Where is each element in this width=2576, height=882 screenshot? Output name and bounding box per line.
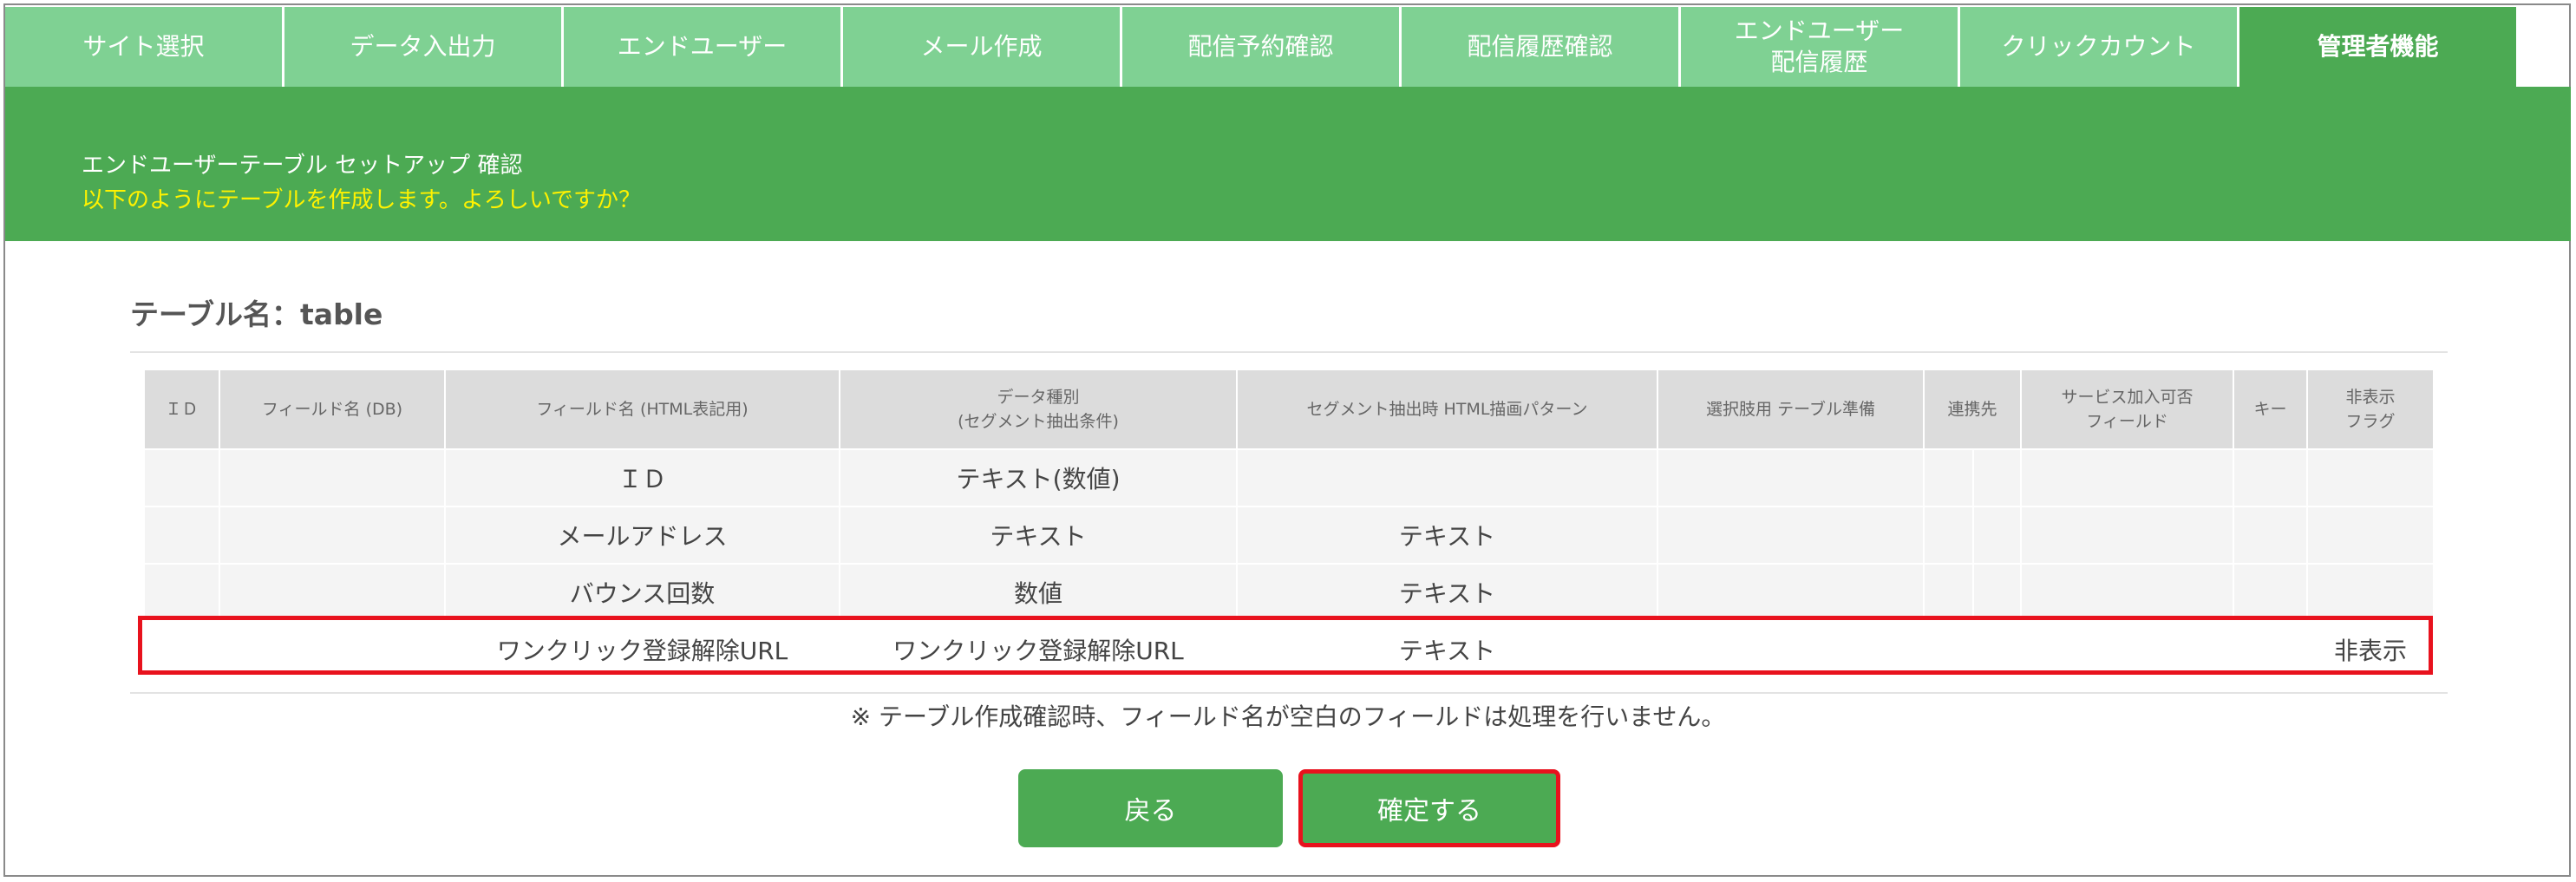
tab-delivery-history[interactable]: 配信履歴確認 — [1402, 7, 1681, 87]
back-button[interactable]: 戻る — [1018, 769, 1283, 847]
cell-id — [143, 620, 220, 679]
cell-key — [2233, 563, 2309, 622]
cell-link-a — [1923, 563, 1974, 622]
cell-choice-table — [1657, 448, 1925, 507]
cell-field-db — [219, 620, 446, 679]
cell-hidden-flag — [2306, 448, 2435, 507]
confirm-button[interactable]: 確定する — [1298, 769, 1560, 847]
cell-id — [143, 563, 220, 622]
cell-choice-table — [1657, 563, 1925, 622]
cell-service-field — [2020, 563, 2235, 622]
cell-render-pattern: テキスト — [1236, 506, 1658, 565]
cell-service-field — [2020, 448, 2235, 507]
cell-key — [2233, 448, 2309, 507]
field-table: ＩＤ フィールド名 (DB) フィールド名 (HTML表記用) データ種別 (セ… — [143, 369, 2435, 679]
cell-field-db — [219, 563, 446, 622]
col-header-render-pattern: セグメント抽出時 HTML描画パターン — [1236, 369, 1658, 450]
cell-hidden-flag — [2306, 506, 2435, 565]
cell-link-b — [1971, 506, 2023, 565]
tab-delivery-reservation[interactable]: 配信予約確認 — [1122, 7, 1402, 87]
cell-render-pattern: テキスト — [1236, 620, 1658, 679]
cell-render-pattern — [1236, 448, 1658, 507]
cell-hidden-flag — [2306, 563, 2435, 622]
cell-choice-table — [1657, 506, 1925, 565]
table-row: メールアドレス テキスト テキスト — [143, 506, 2435, 565]
page-title: エンドユーザーテーブル セットアップ 確認 — [82, 153, 523, 179]
cell-service-field — [2020, 620, 2235, 679]
tab-admin-functions[interactable]: 管理者機能 — [2239, 7, 2519, 87]
tab-end-user-delivery-history[interactable]: エンドユーザー 配信履歴 — [1681, 7, 1960, 87]
cell-data-type: ワンクリック登録解除URL — [839, 620, 1238, 679]
confirmation-message: 以下のようにテーブルを作成します。よろしいですか？ — [82, 187, 642, 213]
cell-field-html: メールアドレス — [444, 506, 840, 565]
cell-link-b — [1971, 563, 2023, 622]
cell-link-a — [1923, 448, 1974, 507]
table-row: バウンス回数 数値 テキスト — [143, 563, 2435, 622]
cell-data-type: テキスト — [839, 506, 1238, 565]
cell-id — [143, 448, 220, 507]
col-header-choice-table: 選択肢用 テーブル準備 — [1657, 369, 1925, 450]
page-header-band: エンドユーザーテーブル セットアップ 確認 以下のようにテーブルを作成します。よ… — [5, 87, 2571, 241]
cell-field-html: ＩＤ — [444, 448, 840, 507]
col-header-id: ＩＤ — [143, 369, 220, 450]
cell-id — [143, 506, 220, 565]
cell-choice-table — [1657, 620, 1925, 679]
col-header-link: 連携先 — [1922, 369, 2023, 450]
divider — [130, 351, 2448, 353]
tab-data-io[interactable]: データ入出力 — [284, 7, 564, 87]
table-row: ＩＤ テキスト(数値) — [143, 448, 2435, 507]
tab-end-user[interactable]: エンドユーザー — [564, 7, 843, 87]
col-header-service-field: サービス加入可否 フィールド — [2020, 369, 2235, 450]
tab-site-select[interactable]: サイト選択 — [5, 7, 284, 87]
col-header-key: キー — [2233, 369, 2309, 450]
cell-field-html: ワンクリック登録解除URL — [444, 620, 840, 679]
cell-link-b — [1971, 620, 2023, 679]
divider — [130, 692, 2448, 694]
cell-key — [2233, 506, 2309, 565]
cell-service-field — [2020, 506, 2235, 565]
cell-link-b — [1971, 448, 2023, 507]
cell-link-a — [1923, 506, 1974, 565]
cell-data-type: テキスト(数値) — [839, 448, 1238, 507]
cell-render-pattern: テキスト — [1236, 563, 1658, 622]
note-text: ※ テーブル作成確認時、フィールド名が空白のフィールドは処理を行いません。 — [850, 702, 1726, 731]
main-nav-tabs: サイト選択 データ入出力 エンドユーザー メール作成 配信予約確認 配信履歴確認… — [5, 7, 2520, 87]
table-row-highlighted: ワンクリック登録解除URL ワンクリック登録解除URL テキスト 非表示 — [143, 620, 2435, 679]
col-header-hidden-flag: 非表示 フラグ — [2306, 369, 2435, 450]
tab-click-count[interactable]: クリックカウント — [1960, 7, 2239, 87]
cell-hidden-flag: 非表示 — [2306, 620, 2435, 679]
col-header-data-type: データ種別 (セグメント抽出条件) — [839, 369, 1238, 450]
cell-field-html: バウンス回数 — [444, 563, 840, 622]
col-header-field-db: フィールド名 (DB) — [219, 369, 446, 450]
cell-field-db — [219, 506, 446, 565]
table-name-heading: テーブル名：table — [130, 297, 383, 331]
cell-link-a — [1923, 620, 1974, 679]
table-header-row: ＩＤ フィールド名 (DB) フィールド名 (HTML表記用) データ種別 (セ… — [143, 369, 2435, 450]
col-header-field-html: フィールド名 (HTML表記用) — [444, 369, 840, 450]
cell-field-db — [219, 448, 446, 507]
cell-key — [2233, 620, 2309, 679]
tab-mail-create[interactable]: メール作成 — [843, 7, 1122, 87]
cell-data-type: 数値 — [839, 563, 1238, 622]
